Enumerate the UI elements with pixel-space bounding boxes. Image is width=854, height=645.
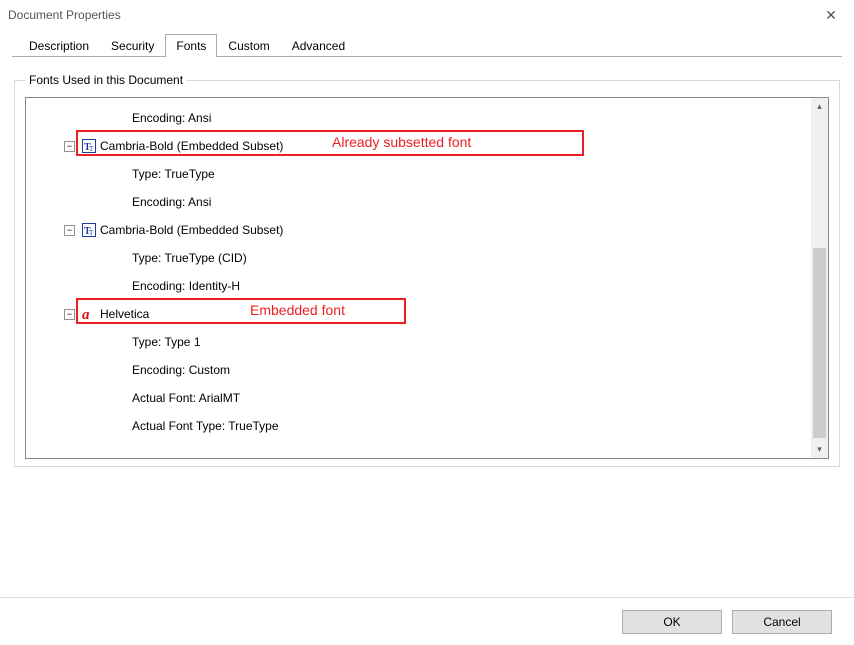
window-title: Document Properties bbox=[8, 8, 121, 22]
font-detail-label: Encoding: Identity-H bbox=[132, 279, 240, 293]
svg-text:T: T bbox=[89, 229, 94, 237]
ok-button[interactable]: OK bbox=[622, 610, 722, 634]
fonts-tree[interactable]: Encoding: Ansi − T T bbox=[26, 98, 811, 458]
font-detail-row: Encoding: Ansi bbox=[26, 188, 811, 216]
font-detail-label: Actual Font Type: TrueType bbox=[132, 419, 279, 433]
close-icon: ✕ bbox=[825, 7, 837, 24]
scrollbar-down-arrow-icon[interactable]: ▾ bbox=[811, 441, 828, 458]
font-detail-label: Encoding: Custom bbox=[132, 363, 230, 377]
font-detail-label: Type: TrueType bbox=[132, 167, 215, 181]
scrollbar-up-arrow-icon[interactable]: ▴ bbox=[811, 98, 828, 115]
svg-text:T: T bbox=[89, 145, 94, 153]
font-detail-label: Encoding: Ansi bbox=[132, 195, 211, 209]
tab-description[interactable]: Description bbox=[18, 34, 100, 57]
font-detail-row: Encoding: Custom bbox=[26, 356, 811, 384]
tab-panel-fonts: Fonts Used in this Document Encoding: An… bbox=[0, 57, 854, 597]
dialog-button-bar: OK Cancel bbox=[0, 597, 854, 645]
tab-security[interactable]: Security bbox=[100, 34, 165, 57]
svg-text:a: a bbox=[82, 307, 90, 321]
font-detail-label: Actual Font: ArialMT bbox=[132, 391, 240, 405]
font-detail-row: Type: TrueType (CID) bbox=[26, 244, 811, 272]
type1-icon: a bbox=[82, 307, 96, 321]
vertical-scrollbar[interactable]: ▴ ▾ bbox=[811, 98, 828, 458]
tab-strip: Description Security Fonts Custom Advanc… bbox=[0, 30, 854, 57]
annotation-text-embedded: Embedded font bbox=[250, 302, 345, 318]
font-node[interactable]: − T T Cambria-Bold (Embedded Subset) bbox=[26, 216, 811, 244]
scrollbar-thumb[interactable] bbox=[813, 248, 826, 438]
groupbox-legend: Fonts Used in this Document bbox=[25, 73, 187, 87]
tree-toggle[interactable]: − bbox=[64, 309, 75, 320]
fonts-tree-container: Encoding: Ansi − T T bbox=[25, 97, 829, 459]
font-detail-row: Actual Font Type: TrueType bbox=[26, 412, 811, 440]
font-detail-label: Encoding: Ansi bbox=[132, 111, 211, 125]
font-name: Cambria-Bold (Embedded Subset) bbox=[100, 139, 283, 153]
truetype-icon: T T bbox=[82, 139, 96, 153]
tab-advanced[interactable]: Advanced bbox=[281, 34, 356, 57]
font-detail-label: Type: Type 1 bbox=[132, 335, 201, 349]
font-detail-row: Type: Type 1 bbox=[26, 328, 811, 356]
font-detail-row: Actual Font: ArialMT bbox=[26, 384, 811, 412]
tab-fonts[interactable]: Fonts bbox=[165, 34, 217, 57]
font-name: Helvetica bbox=[100, 307, 149, 321]
tree-toggle[interactable]: − bbox=[64, 141, 75, 152]
font-node[interactable]: − a Helvetica bbox=[26, 300, 811, 328]
tree-toggle[interactable]: − bbox=[64, 225, 75, 236]
font-detail-row: Encoding: Ansi bbox=[26, 104, 811, 132]
titlebar: Document Properties ✕ bbox=[0, 0, 854, 30]
truetype-icon: T T bbox=[82, 223, 96, 237]
document-properties-window: Document Properties ✕ Description Securi… bbox=[0, 0, 854, 645]
font-detail-row: Encoding: Identity-H bbox=[26, 272, 811, 300]
tab-custom[interactable]: Custom bbox=[217, 34, 280, 57]
font-detail-label: Type: TrueType (CID) bbox=[132, 251, 247, 265]
fonts-used-groupbox: Fonts Used in this Document Encoding: An… bbox=[14, 73, 840, 467]
window-close-button[interactable]: ✕ bbox=[808, 0, 854, 30]
font-name: Cambria-Bold (Embedded Subset) bbox=[100, 223, 283, 237]
font-detail-row: Type: TrueType bbox=[26, 160, 811, 188]
cancel-button[interactable]: Cancel bbox=[732, 610, 832, 634]
annotation-text-subsetted: Already subsetted font bbox=[332, 134, 471, 150]
